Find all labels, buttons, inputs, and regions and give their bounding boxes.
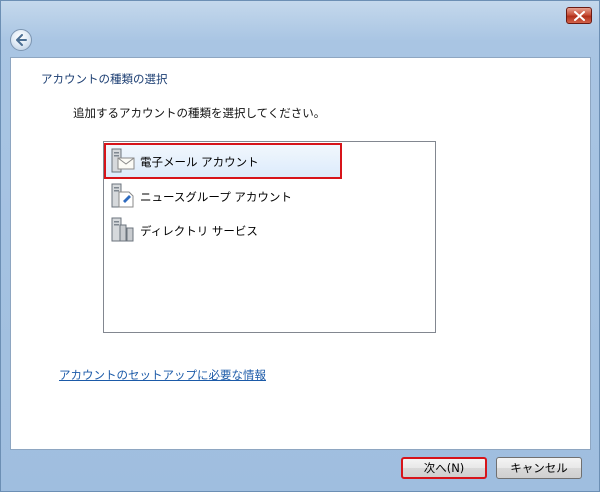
instruction-text: 追加するアカウントの種類を選択してください。	[73, 106, 326, 120]
news-server-icon	[111, 183, 134, 208]
directory-server-icon	[111, 217, 134, 242]
mail-server-icon	[111, 148, 135, 173]
close-button[interactable]	[566, 7, 592, 24]
next-button[interactable]: 次へ(N)	[401, 457, 487, 479]
back-button[interactable]	[10, 29, 32, 51]
page-heading: アカウントの種類の選択	[41, 72, 168, 86]
cancel-button[interactable]: キャンセル	[496, 457, 582, 479]
wizard-content: アカウントの種類の選択 追加するアカウントの種類を選択してください。 電子メール…	[10, 57, 591, 450]
item-label: ディレクトリ サービス	[140, 224, 258, 238]
item-label: 電子メール アカウント	[140, 155, 259, 169]
close-icon	[574, 11, 585, 21]
list-item-newsgroup-account[interactable]: ニュースグループ アカウント	[105, 179, 435, 213]
setup-info-link[interactable]: アカウントのセットアップに必要な情報	[59, 367, 266, 383]
title-bar	[1, 1, 600, 56]
back-arrow-icon	[16, 34, 27, 46]
item-label: ニュースグループ アカウント	[140, 190, 292, 204]
list-item-directory-service[interactable]: ディレクトリ サービス	[105, 213, 435, 247]
list-item-email-account[interactable]: 電子メール アカウント	[104, 143, 342, 179]
dialog-window: アカウントの種類の選択 追加するアカウントの種類を選択してください。 電子メール…	[0, 0, 600, 492]
account-type-list: 電子メール アカウント ニュースグループ アカウント ディレクトリ サービス	[103, 141, 436, 333]
